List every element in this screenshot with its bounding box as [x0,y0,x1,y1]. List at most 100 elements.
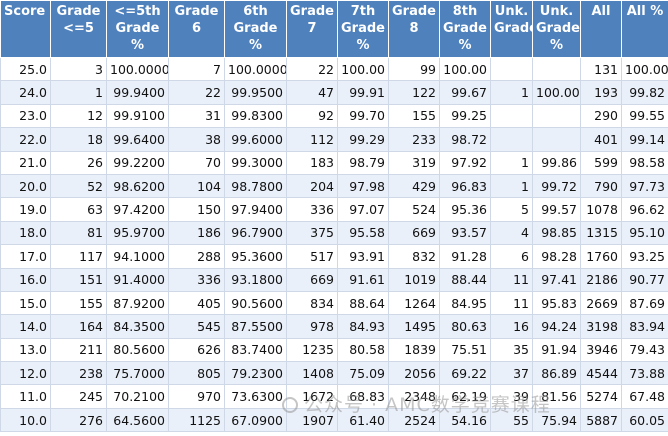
table-cell: 81 [50,220,107,246]
column-header: 8th Grade % [439,0,491,58]
table-row: 17.0 117 94.1000 288 95.3600 517 93.91 832 91.28… [0,244,668,269]
table-cell: 39 [490,384,533,409]
table-cell: 517 [286,244,338,269]
table-cell: 88.64 [337,290,389,316]
table-row: 16.0 151 91.4000 336 93.1800 669 91.61 1019 88.4… [0,267,668,292]
table-row: 10.0 276 64.5600 1125 67.0900 1907 61.40 2524 54… [0,407,668,433]
table-cell: 545 [168,314,225,339]
table-cell: 1907 [286,407,338,433]
table-cell: 91.4000 [106,267,169,292]
table-cell: 47 [286,80,338,105]
table-cell: 245 [50,384,107,409]
table-cell: 95.83 [532,290,581,316]
table-cell: 155 [388,103,440,129]
table-row: 20.0 52 98.6200 104 98.7800 204 97.98 429 96.83 1… [0,173,668,199]
table-cell: 73.88 [621,361,668,386]
table-cell: 12 [50,103,107,129]
table-cell: 204 [286,173,338,199]
table-cell: 211 [50,337,107,363]
table-cell: 99.6000 [224,127,287,152]
table-cell: 54.16 [439,407,491,433]
column-header: Unk. Grade % [532,0,581,58]
table-cell: 97.41 [532,267,581,292]
table-cell: 14.0 [0,314,51,339]
table-cell: 88.44 [439,267,491,292]
table-row: 24.0 1 99.9400 22 99.9500 47 99.91 122 99.67 1 100… [0,80,668,105]
column-header: Grade <=5 [50,0,107,58]
table-cell [532,127,581,152]
table-cell: 3198 [580,314,622,339]
table-cell: 99.57 [532,197,581,222]
table-cell: 429 [388,173,440,199]
table-cell: 626 [168,337,225,363]
table-cell: 319 [388,150,440,175]
table-cell: 336 [286,197,338,222]
table-cell: 67.48 [621,384,668,409]
table-row: 19.0 63 97.4200 150 97.9400 336 97.07 524 95.36 5… [0,197,668,222]
table-cell: 75.7000 [106,361,169,386]
table-row: 21.0 26 99.2200 70 99.3000 183 98.79 319 97.92 1 9… [0,150,668,175]
header-row: Score Grade <=5 <=5th Grade % Grade 6 6th Gr… [0,0,668,58]
table-cell: 99.55 [621,103,668,129]
table-cell: 11.0 [0,384,51,409]
table-cell: 93.91 [337,244,389,269]
table-cell: 83.7400 [224,337,287,363]
table-cell: 99.8300 [224,103,287,129]
table-cell: 98.72 [439,127,491,152]
table-cell: 1264 [388,290,440,316]
table-cell: 1839 [388,337,440,363]
table-cell: 81.56 [532,384,581,409]
table-cell: 4 [490,220,533,246]
column-header: Grade 8 [388,0,440,58]
column-header: 6th Grade % [224,0,287,58]
table-row: 22.0 18 99.6400 38 99.6000 112 99.29 233 98.72 40… [0,127,668,152]
table-cell: 2186 [580,267,622,292]
table-cell: 2056 [388,361,440,386]
table-cell [532,103,581,129]
table-cell: 238 [50,361,107,386]
table-cell: 79.2300 [224,361,287,386]
table-cell: 99.70 [337,103,389,129]
table-cell: 233 [388,127,440,152]
table-cell: 524 [388,197,440,222]
table-cell: 99.9500 [224,80,287,105]
table-cell: 19.0 [0,197,51,222]
table-cell: 5274 [580,384,622,409]
table-cell: 1 [490,80,533,105]
table-cell: 669 [286,267,338,292]
table-cell: 63 [50,197,107,222]
table-cell: 375 [286,220,338,246]
table-cell: 1672 [286,384,338,409]
table-cell: 97.07 [337,197,389,222]
table-cell: 186 [168,220,225,246]
column-header: 7th Grade % [337,0,389,58]
table-cell: 336 [168,267,225,292]
table-cell: 99 [388,56,440,82]
table-cell: 99.86 [532,150,581,175]
table-cell [490,127,533,152]
table-cell: 90.77 [621,267,668,292]
table-cell: 25.0 [0,56,51,82]
column-header: All [580,0,622,58]
table-cell: 90.5600 [224,290,287,316]
column-header: <=5th Grade % [106,0,169,58]
table-cell: 150 [168,197,225,222]
table-cell: 97.73 [621,173,668,199]
table-cell: 96.83 [439,173,491,199]
table-cell: 80.63 [439,314,491,339]
table-cell: 38 [168,127,225,152]
column-header: Unk. Grade [490,0,533,58]
table-cell: 18 [50,127,107,152]
table-cell: 97.4200 [106,197,169,222]
column-header: Grade 7 [286,0,338,58]
table-row: 23.0 12 99.9100 31 99.8300 92 99.70 155 99.25 290… [0,103,668,129]
table-cell: 100.00 [439,56,491,82]
table-cell: 99.3000 [224,150,287,175]
table-cell: 75.09 [337,361,389,386]
table-row: 12.0 238 75.7000 805 79.2300 1408 75.09 2056 69.… [0,361,668,386]
table-cell: 151 [50,267,107,292]
table-cell: 16.0 [0,267,51,292]
table-header: Score Grade <=5 <=5th Grade % Grade 6 6th Gr… [0,0,668,58]
table-cell: 104 [168,173,225,199]
table-cell: 1078 [580,197,622,222]
